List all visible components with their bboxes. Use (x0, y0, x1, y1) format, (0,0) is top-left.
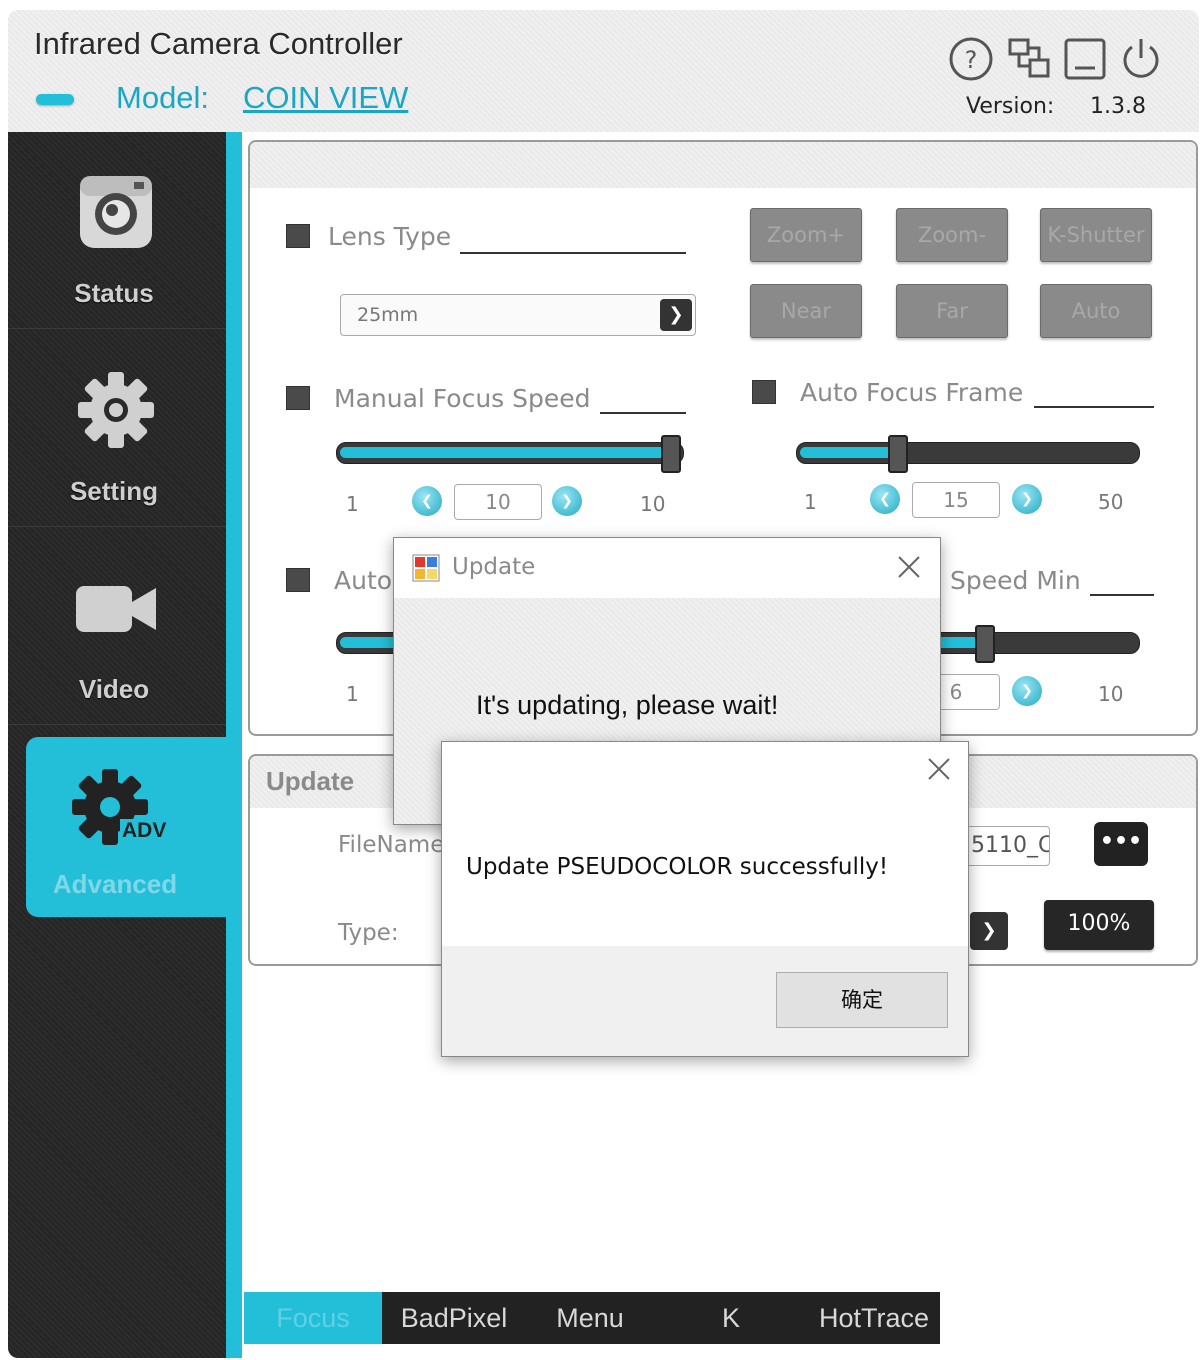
manual-focus-speed-label: Manual Focus Speed (334, 384, 591, 413)
lens-type-value: 25mm (357, 304, 419, 326)
zoom-minus-button[interactable]: Zoom- (896, 208, 1008, 262)
browse-button[interactable]: ••• (1094, 822, 1148, 866)
chevron-down-icon: ❯ (660, 299, 692, 331)
manual-focus-speed-min: 1 (346, 492, 359, 516)
update-progress-button[interactable]: 100% (1044, 900, 1154, 950)
app-title: Infrared Camera Controller (34, 26, 403, 61)
power-icon[interactable] (1118, 36, 1164, 82)
adv-gear-icon: ADV (70, 767, 169, 853)
lens-type-checkbox[interactable] (286, 224, 310, 248)
model-label: Model: (116, 80, 210, 115)
success-dialog: Update PSEUDOCOLOR successfully! 确定 (441, 741, 969, 1057)
focus-panel-header (250, 142, 1196, 188)
divider (1034, 406, 1154, 408)
auto-checkbox[interactable] (286, 568, 310, 592)
tab-k[interactable]: K (654, 1292, 808, 1344)
chevron-right-icon: ❯ (561, 493, 573, 509)
filename-input[interactable]: 5110_C (956, 826, 1050, 866)
divider (460, 252, 686, 254)
slider-fill (340, 447, 666, 458)
app-window-icon (412, 554, 440, 582)
dialog-message: It's updating, please wait! (476, 690, 779, 720)
type-label: Type: (338, 920, 399, 946)
close-icon[interactable] (926, 756, 952, 782)
slider-thumb[interactable] (661, 435, 681, 473)
zoom-plus-button[interactable]: Zoom+ (750, 208, 862, 262)
manual-focus-speed-slider[interactable] (336, 435, 684, 473)
model-link[interactable]: COIN VIEW (243, 80, 408, 116)
chevron-right-icon: ❯ (1021, 683, 1033, 699)
manual-focus-speed-value[interactable]: 10 (454, 484, 542, 520)
ok-button[interactable]: 确定 (776, 972, 948, 1028)
network-icon[interactable] (1006, 36, 1052, 82)
sidebar-item-label: Video (78, 674, 150, 704)
minimize-icon[interactable] (1062, 36, 1108, 82)
chevron-left-icon: ❮ (879, 491, 891, 507)
auto-focus-frame-value[interactable]: 15 (912, 482, 1000, 518)
video-camera-icon (74, 566, 158, 650)
sidebar-item-video[interactable]: Video (8, 528, 226, 725)
divider (600, 412, 686, 414)
increment-button[interactable]: ❯ (1012, 676, 1042, 706)
sidebar-item-label: Setting (69, 476, 159, 506)
svg-text:?: ? (965, 46, 978, 74)
title-bar: Infrared Camera Controller Model: COIN V… (8, 10, 1199, 132)
lens-type-label: Lens Type (328, 222, 452, 251)
chevron-left-icon: ❮ (421, 493, 433, 509)
auto-focus-frame-slider[interactable] (796, 435, 1140, 473)
dialog-footer: 确定 (442, 946, 968, 1056)
sidebar-item-setting[interactable]: Setting (8, 330, 226, 527)
auto-button[interactable]: Auto (1040, 284, 1152, 338)
increment-button[interactable]: ❯ (1012, 484, 1042, 514)
version-value: 1.3.8 (1090, 94, 1146, 119)
slider-thumb[interactable] (975, 625, 995, 663)
close-icon[interactable] (896, 554, 922, 580)
far-button[interactable]: Far (896, 284, 1008, 338)
tab-bar: Focus BadPixel Menu K HotTrace (244, 1292, 940, 1344)
sidebar-item-advanced[interactable]: ADV Advanced (26, 737, 236, 917)
slider-thumb[interactable] (888, 435, 908, 473)
dialog-title: Update (452, 554, 536, 580)
camera-icon (74, 170, 158, 254)
speed-min-label: Speed Min (950, 566, 1081, 595)
dialog-titlebar: Update (394, 538, 940, 598)
model-indicator (36, 94, 74, 105)
sidebar-item-label: Status (74, 278, 154, 308)
auto-focus-frame-min: 1 (804, 490, 817, 514)
manual-focus-speed-checkbox[interactable] (286, 386, 310, 410)
tab-focus[interactable]: Focus (244, 1292, 382, 1344)
sidebar-item-label: Advanced (52, 869, 178, 899)
chevron-down-icon[interactable]: ❯ (970, 912, 1008, 950)
help-icon[interactable]: ? (948, 36, 994, 82)
decrement-button[interactable]: ❮ (870, 484, 900, 514)
update-panel-title: Update (266, 766, 355, 796)
auto-focus-frame-checkbox[interactable] (752, 380, 776, 404)
chevron-right-icon: ❯ (1021, 491, 1033, 507)
auto-focus-frame-label: Auto Focus Frame (800, 378, 1024, 407)
auto-speed-min: 1 (346, 682, 359, 706)
sidebar-item-status[interactable]: Status (8, 132, 226, 329)
slider-fill (800, 447, 893, 458)
speed-min-max: 10 (1098, 682, 1124, 706)
decrement-button[interactable]: ❮ (412, 486, 442, 516)
gear-icon (74, 368, 158, 452)
auto-focus-frame-max: 50 (1098, 490, 1124, 514)
divider (1090, 594, 1154, 596)
near-button[interactable]: Near (750, 284, 862, 338)
k-shutter-button[interactable]: K-Shutter (1040, 208, 1152, 262)
tab-hottrace[interactable]: HotTrace (808, 1292, 940, 1344)
app-window: Infrared Camera Controller Model: COIN V… (8, 10, 1199, 1358)
tab-badpixel[interactable]: BadPixel (382, 1292, 526, 1344)
adv-badge: ADV (120, 819, 169, 843)
tab-menu[interactable]: Menu (526, 1292, 654, 1344)
filename-label: FileName (338, 832, 445, 858)
lens-type-select[interactable]: 25mm ❯ (340, 294, 696, 336)
increment-button[interactable]: ❯ (552, 486, 582, 516)
manual-focus-speed-max: 10 (640, 492, 666, 516)
version-label: Version: (966, 94, 1055, 119)
auto-label: Auto (334, 566, 393, 595)
filename-value: 5110_C (971, 833, 1050, 858)
dialog-message: Update PSEUDOCOLOR successfully! (466, 854, 889, 880)
